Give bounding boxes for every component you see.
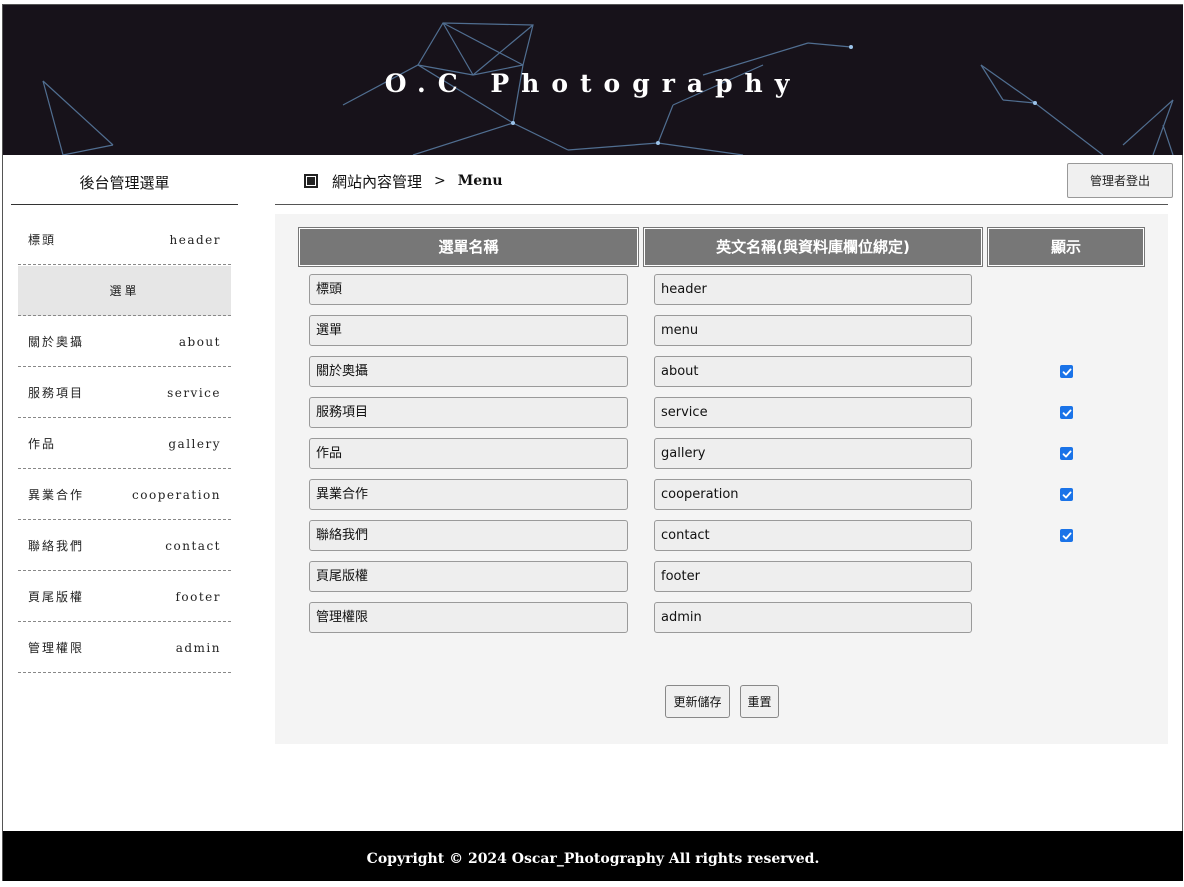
column-header-show: 顯示 (987, 227, 1145, 267)
sidebar-item-label: 標頭 (28, 233, 57, 247)
checkmark-icon (1062, 368, 1072, 375)
sidebar-item-label: 服務項目 (28, 386, 85, 400)
checkmark-icon (1062, 409, 1072, 416)
menu-name-field[interactable]: 異業合作 (309, 479, 628, 510)
menu-name-field[interactable]: 選單 (309, 315, 628, 346)
sidebar-item-key: footer (175, 589, 221, 604)
sidebar-item-key: gallery (168, 436, 221, 451)
checkmark-icon (1062, 532, 1072, 539)
checkmark-icon (1062, 450, 1072, 457)
sidebar-item-key: contact (165, 538, 221, 553)
show-checkbox[interactable] (1060, 406, 1073, 419)
menu-english-field[interactable]: cooperation (654, 479, 972, 510)
menu-name-field[interactable]: 聯絡我們 (309, 520, 628, 551)
sidebar-item-about[interactable]: 關於奧攝 about (18, 317, 231, 367)
menu-name-field[interactable]: 管理權限 (309, 602, 628, 633)
breadcrumb-separator: > (434, 173, 446, 189)
menu-name-field[interactable]: 作品 (309, 438, 628, 469)
sidebar-item-contact[interactable]: 聯絡我們 contact (18, 521, 231, 571)
breadcrumb: 網站內容管理 > Menu (304, 170, 503, 192)
site-footer: Copyright © 2024 Oscar_Photography All r… (3, 831, 1183, 881)
show-checkbox[interactable] (1060, 365, 1073, 378)
sidebar-item-cooperation[interactable]: 異業合作 cooperation (18, 470, 231, 520)
divider (275, 204, 1168, 205)
menu-english-field[interactable]: contact (654, 520, 972, 551)
show-checkbox[interactable] (1060, 447, 1073, 460)
column-header-name: 選單名稱 (298, 227, 639, 267)
sidebar-item-service[interactable]: 服務項目 service (18, 368, 231, 418)
sidebar-title: 後台管理選單 (11, 162, 238, 205)
column-header-english: 英文名稱(與資料庫欄位綁定) (643, 227, 983, 267)
sidebar-item-footer[interactable]: 頁尾版權 footer (18, 572, 231, 622)
sidebar-item-label: 作品 (28, 437, 57, 451)
menu-english-field[interactable]: service (654, 397, 972, 428)
logout-button[interactable]: 管理者登出 (1067, 163, 1173, 198)
sidebar-item-admin[interactable]: 管理權限 admin (18, 623, 231, 673)
sidebar-item-label: 異業合作 (28, 488, 85, 502)
sidebar-item-label: 選單 (109, 284, 140, 298)
save-button[interactable]: 更新儲存 (665, 685, 730, 718)
menu-english-field[interactable]: admin (654, 602, 972, 633)
site-title: O.C Photography (384, 69, 802, 98)
menu-english-field[interactable]: about (654, 356, 972, 387)
menu-english-field[interactable]: footer (654, 561, 972, 592)
menu-english-field[interactable]: menu (654, 315, 972, 346)
sidebar-item-key: service (167, 385, 221, 400)
sidebar-item-header[interactable]: 標頭 header (18, 215, 231, 265)
breadcrumb-current: Menu (457, 173, 503, 189)
sidebar-item-label: 頁尾版權 (28, 590, 85, 604)
sidebar-menu: 標頭 header 選單關於奧攝 about 服務項目 service 作品 gallery 異… (18, 215, 231, 673)
sidebar-item-key: about (178, 334, 221, 349)
menu-english-field[interactable]: header (654, 274, 972, 305)
site-header: O.C Photography (3, 5, 1183, 155)
sidebar-item-key: admin (175, 640, 221, 655)
menu-name-field[interactable]: 頁尾版權 (309, 561, 628, 592)
sidebar-item-gallery[interactable]: 作品 gallery (18, 419, 231, 469)
sidebar-item-label: 關於奧攝 (28, 335, 85, 349)
show-checkbox[interactable] (1060, 529, 1073, 542)
admin-sidebar: 後台管理選單 標頭 header 選單關於奧攝 about 服務項目 service 作品 g… (11, 162, 238, 673)
sidebar-item-label: 管理權限 (28, 641, 85, 655)
menu-name-field[interactable]: 服務項目 (309, 397, 628, 428)
menu-name-field[interactable]: 標頭 (309, 274, 628, 305)
checkmark-icon (1062, 491, 1072, 498)
menu-english-field[interactable]: gallery (654, 438, 972, 469)
show-checkbox[interactable] (1060, 488, 1073, 501)
sidebar-item-key: cooperation (132, 487, 221, 502)
sidebar-item-label: 聯絡我們 (28, 539, 85, 553)
sidebar-item-menu[interactable]: 選單 (18, 266, 231, 316)
sidebar-item-key: header (169, 232, 221, 247)
reset-button[interactable]: 重置 (740, 685, 779, 718)
stop-square-icon (304, 174, 318, 188)
menu-name-field[interactable]: 關於奧攝 (309, 356, 628, 387)
copyright-text: Copyright © 2024 Oscar_Photography All r… (366, 851, 820, 867)
breadcrumb-section: 網站內容管理 (332, 172, 423, 191)
